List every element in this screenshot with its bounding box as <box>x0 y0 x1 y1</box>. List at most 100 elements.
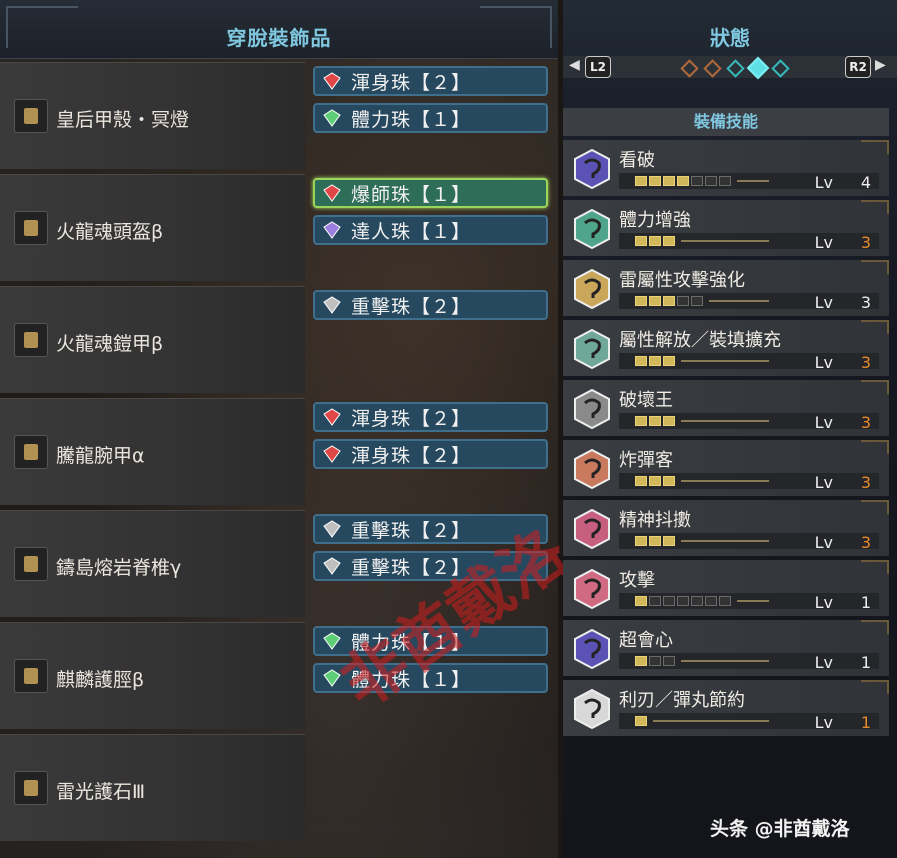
level-pip-empty <box>719 596 731 606</box>
skill-name: 體力增強 <box>619 210 691 231</box>
bar-track <box>737 180 769 182</box>
skill-row[interactable]: 炸彈客 Lv 3 <box>563 440 889 496</box>
equipment-row[interactable]: 麒麟護脛β <box>0 622 305 729</box>
equipment-name: 騰龍腕甲α <box>56 445 145 467</box>
skill-row[interactable]: 精神抖擻 Lv 3 <box>563 500 889 556</box>
decoration-slot[interactable]: 渾身珠【２】 <box>313 439 548 469</box>
skill-row[interactable]: 破壞王 Lv 3 <box>563 380 889 436</box>
row-ornament <box>861 560 889 574</box>
decoration-gem-icon <box>323 520 341 538</box>
decoration-gem-icon <box>323 109 341 127</box>
equipment-name: 麒麟護脛β <box>56 669 145 691</box>
decoration-label: 體力珠【１】 <box>351 631 472 654</box>
skill-row[interactable]: 攻擊 Lv 1 <box>563 560 889 616</box>
level-pip-filled <box>649 296 661 306</box>
skill-name: 攻擊 <box>619 570 655 591</box>
row-ornament <box>861 320 889 334</box>
level-label: Lv <box>814 293 833 312</box>
skill-level-pips <box>635 656 675 666</box>
decoration-slot[interactable]: 體力珠【１】 <box>313 663 548 693</box>
level-value: 3 <box>860 293 871 312</box>
nav-left-arrow-icon[interactable]: ◀ <box>569 57 580 73</box>
decoration-gem-icon <box>323 408 341 426</box>
level-pip-filled <box>635 236 647 246</box>
decoration-gem-icon <box>323 557 341 575</box>
level-label: Lv <box>814 413 833 432</box>
decoration-slot[interactable]: 重擊珠【２】 <box>313 551 548 581</box>
decoration-slot[interactable]: 渾身珠【２】 <box>313 402 548 432</box>
row-ornament <box>861 260 889 274</box>
level-pip-filled <box>635 536 647 546</box>
decoration-label: 體力珠【１】 <box>351 108 472 131</box>
level-label: Lv <box>814 353 833 372</box>
level-label: Lv <box>814 653 833 672</box>
level-value: 3 <box>860 353 871 372</box>
skill-level-pips <box>635 416 675 426</box>
equipment-name: 火龍魂鎧甲β <box>56 333 164 355</box>
level-pip-empty <box>649 596 661 606</box>
decoration-slot[interactable]: 渾身珠【２】 <box>313 66 548 96</box>
skill-name: 雷屬性攻擊強化 <box>619 270 745 291</box>
level-value: 3 <box>860 533 871 552</box>
level-pip-filled <box>663 236 675 246</box>
level-pip-empty <box>691 296 703 306</box>
skill-level-bar: Lv 3 <box>619 293 879 312</box>
page-dot-icon[interactable] <box>726 59 745 78</box>
decoration-gem-icon <box>323 221 341 239</box>
row-ornament <box>861 380 889 394</box>
equipment-row[interactable]: 火龍魂鎧甲β <box>0 286 305 393</box>
level-label: Lv <box>814 533 833 552</box>
skill-jewel-icon <box>574 208 610 250</box>
skill-row[interactable]: 利刃／彈丸節約 Lv 1 <box>563 680 889 736</box>
page-dot-active-icon[interactable] <box>746 56 770 80</box>
row-ornament <box>861 440 889 454</box>
level-pip-filled <box>635 656 647 666</box>
skill-row[interactable]: 體力增強 Lv 3 <box>563 200 889 256</box>
waist-armor-icon <box>14 547 48 581</box>
bar-track <box>681 660 769 662</box>
page-dot-icon[interactable] <box>771 59 790 78</box>
decoration-label: 渾身珠【２】 <box>351 71 472 94</box>
decoration-panel-header: 穿脫裝飾品 <box>0 0 558 59</box>
level-pip-filled <box>663 296 675 306</box>
r2-button[interactable]: R2 <box>845 56 871 78</box>
level-value: 3 <box>860 413 871 432</box>
skill-row[interactable]: 超會心 Lv 1 <box>563 620 889 676</box>
charm-icon <box>14 771 48 805</box>
level-pip-filled <box>649 356 661 366</box>
nav-right-arrow-icon[interactable]: ▶ <box>875 57 886 73</box>
decoration-slot[interactable]: 體力珠【１】 <box>313 103 548 133</box>
equipment-row[interactable]: 火龍魂頭盔β <box>0 174 305 281</box>
bar-track <box>709 300 769 302</box>
skill-level-pips <box>635 716 647 726</box>
level-pip-empty <box>705 596 717 606</box>
equipment-row[interactable]: 雷光護石Ⅲ <box>0 734 305 841</box>
level-pip-filled <box>663 416 675 426</box>
skill-jewel-icon <box>574 688 610 730</box>
level-pip-filled <box>649 476 661 486</box>
equipment-row[interactable]: 鑄島熔岩脊椎γ <box>0 510 305 617</box>
level-pip-empty <box>705 176 717 186</box>
skill-name: 炸彈客 <box>619 450 673 471</box>
level-pip-empty <box>719 176 731 186</box>
level-pip-filled <box>635 356 647 366</box>
level-value: 4 <box>860 173 871 192</box>
equipment-row[interactable]: 皇后甲殼・冥燈 <box>0 62 305 169</box>
decoration-slot[interactable]: 重擊珠【２】 <box>313 514 548 544</box>
page-dot-icon[interactable] <box>680 59 699 78</box>
decoration-slot[interactable]: 達人珠【１】 <box>313 215 548 245</box>
skill-level-pips <box>635 476 675 486</box>
page-dot-icon[interactable] <box>703 59 722 78</box>
row-ornament <box>861 620 889 634</box>
decoration-slot[interactable]: 體力珠【１】 <box>313 626 548 656</box>
skill-level-pips <box>635 596 731 606</box>
skill-row[interactable]: 看破 Lv 4 <box>563 140 889 196</box>
skill-row[interactable]: 雷屬性攻擊強化 Lv 3 <box>563 260 889 316</box>
equipment-row[interactable]: 騰龍腕甲α <box>0 398 305 505</box>
leg-armor-icon <box>14 659 48 693</box>
equipment-name: 火龍魂頭盔β <box>56 221 164 243</box>
skill-row[interactable]: 屬性解放／裝填擴充 Lv 3 <box>563 320 889 376</box>
decoration-slot[interactable]: 重擊珠【２】 <box>313 290 548 320</box>
l2-button[interactable]: L2 <box>585 56 611 78</box>
decoration-slot[interactable]: 爆師珠【１】 <box>313 178 548 208</box>
